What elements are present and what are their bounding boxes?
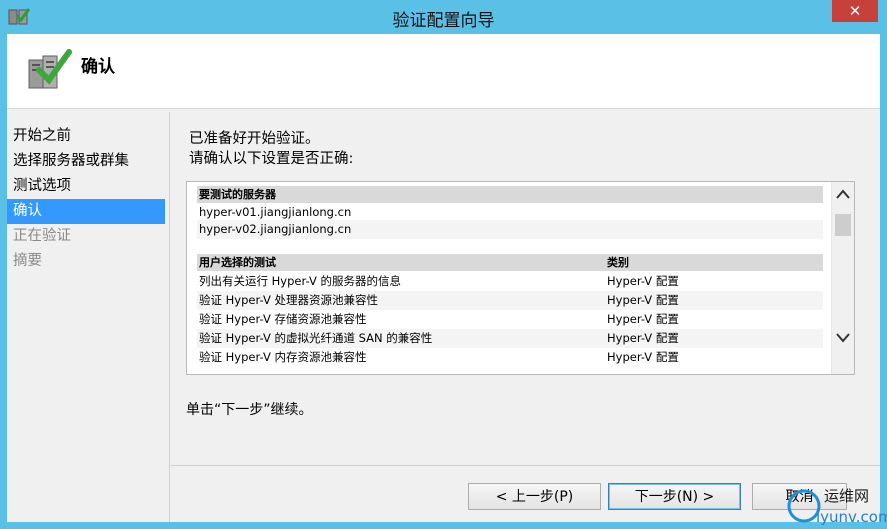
- test-row: 验证 Hyper-V 内存资源池兼容性 Hyper-V 配置: [197, 348, 823, 367]
- title-bar[interactable]: 验证配置向导 ✕: [0, 0, 887, 34]
- wizard-header: 确认: [7, 34, 880, 109]
- wizard-window: 验证配置向导 ✕ 确认 开始之前 选择服务器或群集 测试选项 确认 正在验证 摘…: [0, 0, 887, 529]
- test-category: Hyper-V 配置: [607, 350, 679, 364]
- test-name: 验证 Hyper-V 处理器资源池兼容性: [199, 293, 378, 307]
- server-row: hyper-v02.jiangjianlong.cn: [197, 220, 823, 239]
- chevron-up-icon[interactable]: [835, 188, 851, 200]
- ready-text: 已准备好开始验证。: [189, 131, 320, 147]
- step-confirmation[interactable]: 确认: [7, 199, 165, 224]
- test-category: Hyper-V 配置: [607, 312, 679, 326]
- back-button[interactable]: < 上一步(P): [468, 483, 601, 510]
- settings-summary-list[interactable]: 要测试的服务器 hyper-v01.jiangjianlong.cn hyper…: [186, 181, 855, 375]
- test-row: 验证 Hyper-V 处理器资源池兼容性 Hyper-V 配置: [197, 291, 823, 310]
- nav-divider: [169, 112, 170, 522]
- tests-column-header: 用户选择的测试: [199, 256, 276, 269]
- vertical-scrollbar[interactable]: [831, 182, 854, 374]
- tests-section-header: 用户选择的测试 类别: [197, 254, 823, 271]
- confirmation-panel: 已准备好开始验证。 请确认以下设置是否正确: 要测试的服务器 hyper-v01…: [171, 112, 880, 522]
- continue-instruction: 单击“下一步”继续。: [186, 402, 313, 418]
- close-button[interactable]: ✕: [832, 0, 878, 22]
- servers-section-header: 要测试的服务器: [197, 186, 823, 203]
- test-name: 验证 Hyper-V 存储资源池兼容性: [199, 312, 367, 326]
- test-row: 列出有关运行 Hyper-V 的服务器的信息 Hyper-V 配置: [197, 272, 823, 291]
- test-category: Hyper-V 配置: [607, 293, 679, 307]
- chevron-down-icon[interactable]: [835, 332, 851, 344]
- page-title: 确认: [81, 57, 115, 77]
- footer-divider: [171, 465, 880, 466]
- wizard-body: 确认 开始之前 选择服务器或群集 测试选项 确认 正在验证 摘要 已准备好开始验…: [7, 34, 880, 522]
- test-name: 列出有关运行 Hyper-V 的服务器的信息: [199, 274, 401, 288]
- site-watermark-logo: 运维网 iyunv.com: [787, 487, 887, 526]
- servers-check-icon: [28, 49, 72, 89]
- test-category: Hyper-V 配置: [607, 274, 679, 288]
- test-name: 验证 Hyper-V 内存资源池兼容性: [199, 350, 367, 364]
- scrollbar-thumb[interactable]: [835, 214, 851, 236]
- step-before-you-begin[interactable]: 开始之前: [7, 124, 165, 149]
- step-summary: 摘要: [13, 253, 42, 269]
- window-title: 验证配置向导: [392, 11, 495, 31]
- test-category: Hyper-V 配置: [607, 331, 679, 345]
- next-button[interactable]: 下一步(N) >: [608, 483, 741, 510]
- test-row: 验证 Hyper-V 存储资源池兼容性 Hyper-V 配置: [197, 310, 823, 329]
- step-testing-options[interactable]: 测试选项: [7, 174, 165, 199]
- test-name: 验证 Hyper-V 的虚拟光纤通道 SAN 的兼容性: [199, 331, 433, 345]
- wizard-steps: 开始之前 选择服务器或群集 测试选项 确认 正在验证 摘要: [7, 112, 165, 522]
- svg-text:iyunv.com: iyunv.com: [816, 508, 887, 526]
- step-select-servers[interactable]: 选择服务器或群集: [7, 149, 165, 174]
- confirm-settings-text: 请确认以下设置是否正确:: [189, 151, 354, 167]
- step-validating: 正在验证: [13, 228, 71, 244]
- test-row: 验证 Hyper-V 的虚拟光纤通道 SAN 的兼容性 Hyper-V 配置: [197, 329, 823, 348]
- category-column-header: 类别: [607, 256, 629, 269]
- svg-text:运维网: 运维网: [824, 487, 869, 505]
